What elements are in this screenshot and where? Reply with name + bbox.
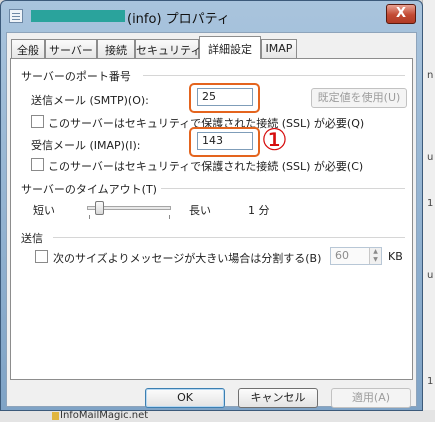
background-mark: 1 xyxy=(427,198,434,209)
split-message-label: 次のサイズよりメッセージが大きい場合は分割する(B) xyxy=(53,252,322,265)
redacted-account-name xyxy=(31,10,125,22)
ok-button[interactable]: OK xyxy=(145,388,225,408)
smtp-ssl-checkbox[interactable] xyxy=(31,115,44,128)
cancel-button[interactable]: キャンセル xyxy=(238,388,318,408)
background-mark: u xyxy=(427,152,434,163)
smtp-port-input[interactable]: 25 xyxy=(197,88,253,106)
timeout-value: 1 分 xyxy=(248,204,270,217)
separator xyxy=(143,75,405,76)
background-window-strip-bottom: InfoMailMagic.net xyxy=(0,410,435,422)
tab-general[interactable]: 全般 xyxy=(11,39,45,58)
split-size-spinner[interactable]: 60 ▲ ▼ xyxy=(330,247,382,265)
separator xyxy=(53,237,405,238)
timeout-short-label: 短い xyxy=(33,204,55,217)
spin-down-icon[interactable]: ▼ xyxy=(370,256,381,264)
advanced-panel: サーバーのポート番号 送信メール (SMTP)(O): 25 既定値を使用(U)… xyxy=(10,58,413,380)
smtp-port-label: 送信メール (SMTP)(O): xyxy=(31,94,149,107)
properties-dialog: (info) プロパティ X 全般 サーバー 接続 セキュリティ 詳細設定 IM… xyxy=(0,0,423,411)
split-message-checkbox[interactable] xyxy=(35,250,48,263)
background-window-strip: n u 1 u 1 xyxy=(422,0,435,422)
background-mark: n xyxy=(427,70,434,81)
tab-security[interactable]: セキュリティ xyxy=(135,39,201,58)
section-heading-timeout: サーバーのタイムアウト(T) xyxy=(21,183,157,196)
separator xyxy=(161,188,405,189)
folder-icon xyxy=(52,412,59,420)
spin-up-icon[interactable]: ▲ xyxy=(370,248,381,256)
window-title: (info) プロパティ xyxy=(127,12,230,27)
tab-servers[interactable]: サーバー xyxy=(45,39,97,58)
spinner-buttons[interactable]: ▲ ▼ xyxy=(369,248,381,264)
section-heading-sending: 送信 xyxy=(21,232,43,245)
timeout-long-label: 長い xyxy=(189,204,211,217)
section-heading-ports: サーバーのポート番号 xyxy=(21,70,131,83)
tab-advanced[interactable]: 詳細設定 xyxy=(199,36,261,59)
slider-tick xyxy=(89,215,90,219)
split-size-value: 60 xyxy=(335,249,349,262)
imap-ssl-checkbox[interactable] xyxy=(31,158,44,171)
title-bar[interactable]: (info) プロパティ X xyxy=(1,1,422,31)
split-size-unit: KB xyxy=(388,250,403,263)
background-mark: u xyxy=(427,270,434,281)
tab-connection[interactable]: 接続 xyxy=(97,39,135,58)
timeout-slider-thumb[interactable] xyxy=(95,201,104,215)
background-text: InfoMailMagic.net xyxy=(60,410,149,421)
close-button[interactable]: X xyxy=(386,4,416,24)
use-default-button[interactable]: 既定値を使用(U) xyxy=(311,88,407,108)
imap-ssl-label: このサーバーはセキュリティで保護された接続 (SSL) が必要(C) xyxy=(48,160,364,173)
slider-tick xyxy=(169,215,170,219)
close-icon: X xyxy=(395,6,407,21)
dialog-body: 全般 サーバー 接続 セキュリティ 詳細設定 IMAP サーバーのポート番号 送… xyxy=(6,32,417,408)
imap-port-label: 受信メール (IMAP)(I): xyxy=(31,139,141,152)
apply-button[interactable]: 適用(A) xyxy=(331,388,411,408)
tab-imap[interactable]: IMAP xyxy=(261,39,297,58)
imap-port-input[interactable]: 143 xyxy=(197,132,253,150)
background-mark: 1 xyxy=(427,376,434,387)
annotation-marker-1: ① xyxy=(261,123,288,158)
account-icon xyxy=(9,9,23,23)
